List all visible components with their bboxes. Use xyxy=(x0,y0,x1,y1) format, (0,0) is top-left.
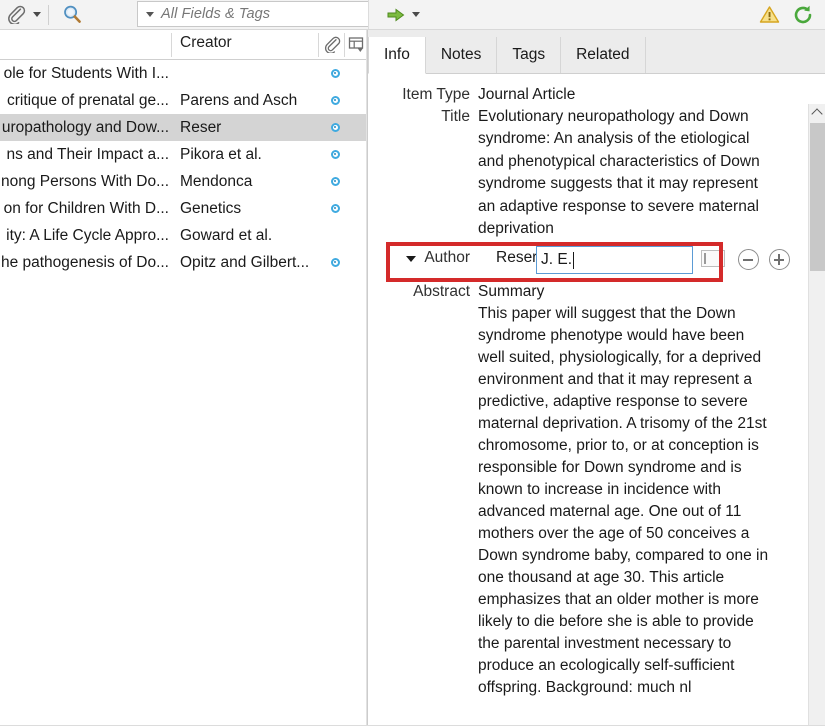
table-row[interactable]: uropathology and Dow... Reser xyxy=(0,114,368,141)
attachment-dot-icon xyxy=(331,69,340,78)
column-header-creator[interactable]: Creator xyxy=(180,34,232,52)
chevron-up-icon[interactable] xyxy=(809,104,825,121)
item-info-pane: InfoNotesTagsRelated Item Type Journal A… xyxy=(368,30,825,726)
items-list-header: Creator xyxy=(0,30,368,60)
attachment-dot-icon xyxy=(331,204,340,213)
row-creator: Opitz and Gilbert... xyxy=(180,249,318,276)
row-title: he pathogenesis of Do... xyxy=(0,249,172,276)
row-title: critique of prenatal ge... xyxy=(0,87,172,114)
table-row[interactable]: ns and Their Impact a... Pikora et al. xyxy=(0,141,368,168)
row-creator: Pikora et al. xyxy=(180,141,318,168)
table-row[interactable]: on for Children With D... Genetics xyxy=(0,195,368,222)
toolbar-right-section xyxy=(368,0,825,29)
field-label-item-type: Item Type xyxy=(368,84,478,106)
green-arrow-icon[interactable] xyxy=(383,3,409,27)
row-title: ole for Students With I... xyxy=(0,60,172,87)
tab-tags[interactable]: Tags xyxy=(497,37,561,73)
table-row[interactable]: critique of prenatal ge... Parens and Asc… xyxy=(0,87,368,114)
scrollbar-thumb[interactable] xyxy=(810,123,825,271)
row-creator: Goward et al. xyxy=(180,222,318,249)
row-title: on for Children With D... xyxy=(0,195,172,222)
row-title: ns and Their Impact a... xyxy=(0,141,172,168)
toolbar-separator xyxy=(48,5,49,25)
zotero-window: All Fields & Tags xyxy=(0,0,825,726)
single-field-toggle-icon[interactable] xyxy=(701,250,725,267)
field-value-abstract[interactable]: Summary This paper will suggest that the… xyxy=(478,281,774,699)
chevron-down-icon[interactable] xyxy=(406,256,416,262)
row-title: nong Persons With Do... xyxy=(0,168,172,195)
item-pane-tabbar: InfoNotesTagsRelated xyxy=(368,30,825,74)
field-label-title: Title xyxy=(368,106,478,128)
row-creator: Genetics xyxy=(180,195,318,222)
items-list-pane: Creator ole for Students With I...critiq… xyxy=(0,30,368,726)
row-creator: Mendonca xyxy=(180,168,318,195)
item-fields-container: Item Type Journal Article Title Evolutio… xyxy=(368,74,825,725)
paperclip-icon[interactable] xyxy=(2,3,30,27)
text-cursor xyxy=(573,252,574,269)
search-input[interactable]: All Fields & Tags xyxy=(137,1,369,27)
top-toolbar: All Fields & Tags xyxy=(0,0,825,30)
attachment-dot-icon xyxy=(331,123,340,132)
plus-circle-icon[interactable] xyxy=(769,249,790,270)
author-firstname-input[interactable]: J. E. xyxy=(536,246,693,274)
table-row[interactable]: ole for Students With I... xyxy=(0,60,368,87)
attachment-indicator-cell xyxy=(325,141,345,168)
field-value-item-type[interactable]: Journal Article xyxy=(478,84,575,106)
row-creator: Reser xyxy=(180,114,318,141)
warning-triangle-icon[interactable] xyxy=(752,3,786,27)
row-title: uropathology and Dow... xyxy=(0,114,172,141)
locate-dropdown-caret-icon[interactable] xyxy=(409,12,423,17)
plus-vbar xyxy=(778,254,780,265)
attachment-indicator-cell xyxy=(325,168,345,195)
field-row-title: Title Evolutionary neuropathology and Do… xyxy=(368,106,825,240)
field-label-author: Author xyxy=(368,249,478,267)
table-row[interactable]: he pathogenesis of Do... Opitz and Gilber… xyxy=(0,249,368,276)
attachment-indicator-cell xyxy=(325,222,345,249)
table-row[interactable]: nong Persons With Do... Mendonca xyxy=(0,168,368,195)
field-row-item-type: Item Type Journal Article xyxy=(368,84,825,106)
search-scope-caret-icon[interactable] xyxy=(146,12,154,17)
field-row-author: Author Reser, J. E. xyxy=(368,241,825,281)
tab-info[interactable]: Info xyxy=(368,37,426,74)
chevron-up-glyph xyxy=(811,108,822,119)
field-value-title[interactable]: Evolutionary neuropathology and Down syn… xyxy=(478,106,774,240)
table-row[interactable]: ity: A Life Cycle Appro... Goward et al. xyxy=(0,222,368,249)
attachment-dot-icon xyxy=(331,258,340,267)
author-lastname-value[interactable]: Reser, xyxy=(496,249,541,267)
row-creator: Parens and Asch xyxy=(180,87,318,114)
items-list-rows: ole for Students With I...critique of pr… xyxy=(0,60,368,276)
row-title: ity: A Life Cycle Appro... xyxy=(0,222,172,249)
minus-bar xyxy=(743,259,754,261)
attachment-indicator-cell xyxy=(325,249,345,276)
attachment-indicator-cell xyxy=(325,114,345,141)
attachment-dropdown-caret-icon[interactable] xyxy=(30,12,44,17)
magnifier-icon[interactable] xyxy=(55,3,89,27)
field-row-abstract: Abstract Summary This paper will suggest… xyxy=(368,281,825,699)
minus-circle-icon[interactable] xyxy=(738,249,759,270)
column-separator[interactable] xyxy=(344,33,345,57)
attachment-dot-icon xyxy=(331,177,340,186)
column-separator[interactable] xyxy=(171,33,172,57)
info-pane-scrollbar[interactable] xyxy=(808,104,825,726)
field-label-abstract: Abstract xyxy=(368,281,478,303)
search-placeholder-text: All Fields & Tags xyxy=(161,6,270,22)
tab-related[interactable]: Related xyxy=(561,37,645,73)
sync-refresh-icon[interactable] xyxy=(786,3,820,27)
author-firstname-value: J. E. xyxy=(541,251,572,269)
attachment-indicator-cell xyxy=(325,195,345,222)
attachment-indicator-cell xyxy=(325,60,345,87)
column-separator[interactable] xyxy=(318,33,319,57)
paperclip-icon[interactable] xyxy=(324,36,341,58)
attachment-indicator-cell xyxy=(325,87,345,114)
attachment-dot-icon xyxy=(331,150,340,159)
tab-notes[interactable]: Notes xyxy=(426,37,498,73)
column-picker-icon[interactable] xyxy=(348,36,365,58)
attachment-dot-icon xyxy=(331,96,340,105)
row-creator xyxy=(180,60,318,87)
